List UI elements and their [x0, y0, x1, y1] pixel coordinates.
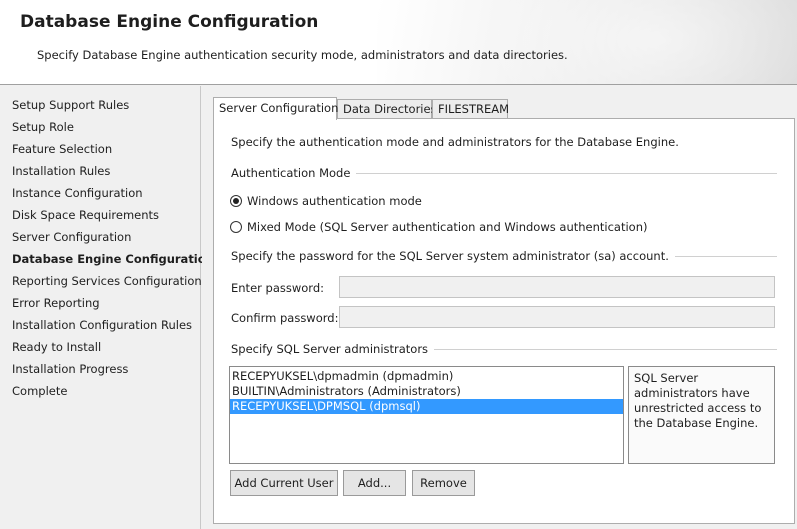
tab-data-directories[interactable]: Data Directories: [337, 99, 437, 119]
sidebar-item-server-configuration[interactable]: Server Configuration: [0, 226, 200, 248]
admins-heading: Specify SQL Server administrators: [231, 342, 435, 356]
add-current-user-button[interactable]: Add Current User: [230, 470, 338, 496]
sidebar-item-feature-selection[interactable]: Feature Selection: [0, 138, 200, 160]
page-title: Database Engine Configuration: [20, 12, 319, 32]
sidebar-item-installation-rules[interactable]: Installation Rules: [0, 160, 200, 182]
windows-auth-option[interactable]: Windows authentication mode: [230, 193, 422, 209]
sidebar-item-installation-progress[interactable]: Installation Progress: [0, 358, 200, 380]
tab-filestream[interactable]: FILESTREAM: [432, 99, 509, 119]
sa-password-heading: Specify the password for the SQL Server …: [231, 249, 675, 263]
confirm-password-label: Confirm password:: [231, 311, 339, 325]
sidebar-item-instance-configuration[interactable]: Instance Configuration: [0, 182, 200, 204]
admins-info-box: SQL Server administrators have unrestric…: [628, 366, 775, 464]
auth-mode-heading: Authentication Mode: [231, 166, 357, 180]
sidebar-item-disk-space-requirements[interactable]: Disk Space Requirements: [0, 204, 200, 226]
windows-auth-label: Windows authentication mode: [247, 194, 422, 208]
sidebar-item-reporting-services-configuration[interactable]: Reporting Services Configuration: [0, 270, 202, 292]
sidebar-item-installation-configuration-rules[interactable]: Installation Configuration Rules: [0, 314, 200, 336]
tab-server-configuration[interactable]: Server Configuration: [213, 97, 338, 120]
admin-list-item[interactable]: BUILTIN\Administrators (Administrators): [230, 384, 623, 399]
enter-password-label: Enter password:: [231, 281, 324, 295]
setup-steps-sidebar: Setup Support Rules Setup Role Feature S…: [0, 86, 214, 529]
server-configuration-panel: Specify the authentication mode and admi…: [213, 118, 795, 524]
confirm-password-field[interactable]: [339, 306, 775, 328]
sidebar-item-error-reporting[interactable]: Error Reporting: [0, 292, 200, 314]
sidebar-item-ready-to-install[interactable]: Ready to Install: [0, 336, 200, 358]
mixed-mode-radio[interactable]: [230, 221, 242, 233]
mixed-mode-label: Mixed Mode (SQL Server authentication an…: [247, 220, 648, 234]
mixed-mode-option[interactable]: Mixed Mode (SQL Server authentication an…: [230, 219, 647, 235]
windows-auth-radio[interactable]: [230, 195, 242, 207]
admin-list-item[interactable]: RECEPYUKSEL\dpmadmin (dpmadmin): [230, 369, 623, 384]
remove-button[interactable]: Remove: [412, 470, 475, 496]
header-decoration: [377, 0, 797, 84]
enter-password-field[interactable]: [339, 276, 775, 298]
add-button[interactable]: Add...: [343, 470, 406, 496]
sidebar-item-setup-role[interactable]: Setup Role: [0, 116, 200, 138]
sidebar-item-complete[interactable]: Complete: [0, 380, 200, 402]
page-subtitle: Specify Database Engine authentication s…: [37, 48, 568, 62]
administrators-list[interactable]: RECEPYUKSEL\dpmadmin (dpmadmin) BUILTIN\…: [229, 366, 624, 464]
admin-list-item-selected[interactable]: RECEPYUKSEL\DPMSQL (dpmsql): [230, 399, 623, 414]
main-content: Server Configuration Data Directories FI…: [202, 86, 797, 529]
sidebar-item-setup-support-rules[interactable]: Setup Support Rules: [0, 94, 200, 116]
page-header: Database Engine Configuration Specify Da…: [0, 0, 797, 85]
panel-intro-text: Specify the authentication mode and admi…: [231, 135, 679, 149]
sidebar-item-database-engine-configuration[interactable]: Database Engine Configuration: [0, 248, 214, 270]
